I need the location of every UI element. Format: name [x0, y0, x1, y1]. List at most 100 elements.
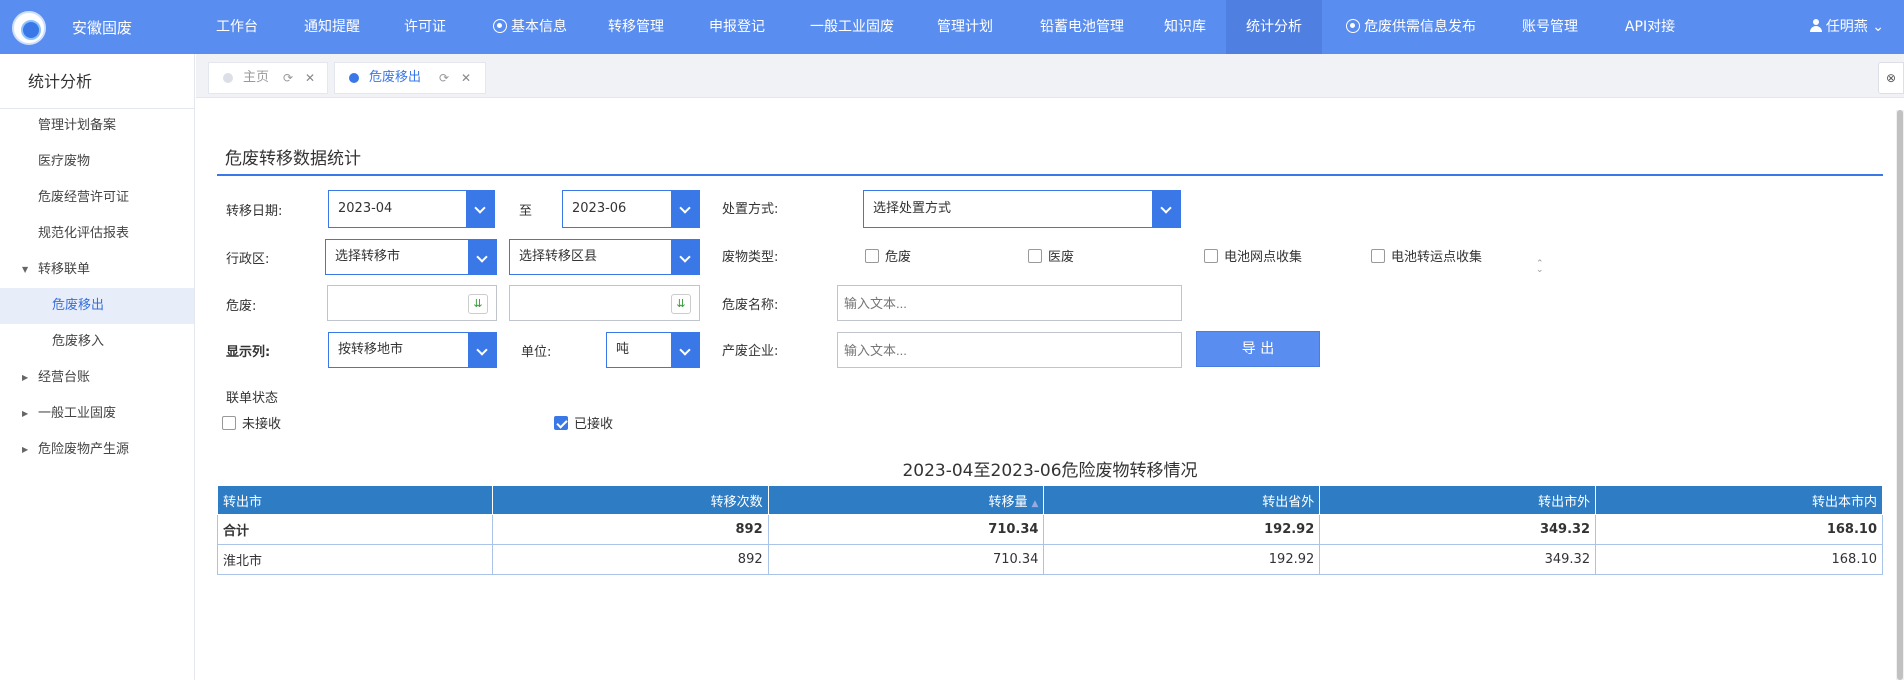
- nav-general-solid-waste[interactable]: 一般工业固废: [797, 0, 907, 54]
- close-icon[interactable]: ✕: [461, 63, 471, 93]
- column-header-transfer-amount[interactable]: 转移量 ▲: [767, 485, 1045, 515]
- close-all-tabs-icon[interactable]: ⊗: [1878, 62, 1904, 94]
- status-not-received[interactable]: 未接收: [222, 413, 281, 432]
- tab-strip: 主页 ⟳ ✕ 危废移出 ⟳ ✕ ⊗: [196, 54, 1904, 98]
- chevron-down-icon: [1152, 191, 1180, 227]
- user-menu[interactable]: 任明燕 ⌄: [1809, 16, 1884, 36]
- hazard-label: 危废:: [226, 299, 257, 314]
- tab-status-dot: [223, 73, 233, 83]
- column-header-within-city[interactable]: 转出本市内: [1595, 485, 1883, 515]
- info-icon: [493, 19, 507, 33]
- checkbox[interactable]: [865, 249, 879, 263]
- info-icon: [1346, 19, 1360, 33]
- unit-select[interactable]: 吨: [606, 332, 700, 368]
- hazard-category-select[interactable]: ⇊: [327, 285, 497, 321]
- sidebar-item-general-solid-waste[interactable]: ▶ 一般工业固废: [0, 396, 194, 432]
- sidebar-item-plan-filing[interactable]: 管理计划备案: [0, 108, 194, 144]
- checkbox[interactable]: [1028, 249, 1042, 263]
- logo-icon: [12, 11, 46, 45]
- scrollbar-thumb[interactable]: [1897, 110, 1903, 680]
- table-cell: 192.92: [1043, 544, 1321, 575]
- close-icon[interactable]: ✕: [305, 63, 315, 93]
- column-header-transfer-count[interactable]: 转移次数: [491, 485, 769, 515]
- collapsed-triangle-icon: ▶: [22, 373, 29, 382]
- table-row-total: 合计 892 710.34 192.92 349.32 168.10: [217, 514, 1883, 545]
- table-cell: 710.34: [767, 514, 1045, 545]
- tab-home[interactable]: 主页 ⟳ ✕: [208, 62, 328, 94]
- column-header-out-province[interactable]: 转出省外: [1043, 485, 1321, 515]
- nav-basic-info[interactable]: 基本信息: [475, 0, 585, 54]
- export-button[interactable]: 导 出: [1196, 331, 1320, 367]
- waste-type-medical[interactable]: 医废: [1028, 246, 1074, 265]
- nav-license[interactable]: 许可证: [390, 0, 460, 54]
- date-from-select[interactable]: 2023-04: [328, 190, 495, 228]
- nav-declaration[interactable]: 申报登记: [697, 0, 777, 54]
- checkbox[interactable]: [1371, 249, 1385, 263]
- nav-knowledge-base[interactable]: 知识库: [1152, 0, 1218, 54]
- refresh-icon[interactable]: ⟳: [283, 63, 293, 93]
- up-down-arrows-icon[interactable]: ⌃ ⌄: [1536, 260, 1544, 275]
- sidebar-item-operation-ledger[interactable]: ▶ 经营台账: [0, 360, 194, 396]
- sidebar-item-hazwaste-in[interactable]: 危废移入: [0, 324, 194, 360]
- sidebar-title: 统计分析: [0, 54, 194, 109]
- nav-transfer-management[interactable]: 转移管理: [596, 0, 676, 54]
- refresh-icon[interactable]: ⟳: [439, 63, 449, 93]
- collapsed-triangle-icon: ▶: [22, 445, 29, 454]
- checkbox[interactable]: [222, 416, 236, 430]
- sidebar-item-transfer-manifest[interactable]: ▼ 转移联单: [0, 252, 194, 288]
- date-to-select[interactable]: 2023-06: [562, 190, 700, 228]
- checkbox-checked[interactable]: [554, 416, 568, 430]
- waste-type-label: 废物类型:: [722, 250, 779, 265]
- waste-type-battery-transfer[interactable]: 电池转运点收集: [1371, 246, 1482, 265]
- double-chevron-down-icon: ⇊: [671, 294, 691, 314]
- chevron-down-icon: [671, 240, 699, 274]
- date-to-label: 至: [519, 204, 533, 219]
- table-cell: 349.32: [1319, 514, 1597, 545]
- nav-api[interactable]: API对接: [1612, 0, 1688, 54]
- column-header-city[interactable]: 转出市: [217, 485, 493, 515]
- table-title: 2023-04至2023-06危险废物转移情况: [902, 461, 1198, 481]
- table-cell: 710.34: [767, 544, 1045, 575]
- nav-supply-demand[interactable]: 危废供需信息发布: [1336, 0, 1486, 54]
- collapsed-triangle-icon: ▶: [22, 409, 29, 418]
- brand-name: 安徽固废: [72, 19, 133, 37]
- sidebar-item-hazwaste-out[interactable]: 危废移出: [0, 288, 194, 324]
- checkbox[interactable]: [1204, 249, 1218, 263]
- scrollbar[interactable]: [1896, 110, 1904, 680]
- sort-icon[interactable]: ▲: [1030, 499, 1039, 509]
- hazard-code-select[interactable]: ⇊: [509, 285, 700, 321]
- producer-input[interactable]: [837, 332, 1182, 368]
- table-row: 淮北市 892 710.34 192.92 349.32 168.10: [217, 544, 1883, 575]
- manifest-status-label: 联单状态: [226, 391, 279, 406]
- waste-type-battery-outlet[interactable]: 电池网点收集: [1204, 246, 1302, 265]
- waste-type-hazardous[interactable]: 危废: [865, 246, 911, 265]
- nav-account[interactable]: 账号管理: [1510, 0, 1590, 54]
- table-cell: 168.10: [1595, 544, 1883, 575]
- chevron-down-icon: ⌄: [1872, 19, 1884, 35]
- nav-lead-battery[interactable]: 铅蓄电池管理: [1027, 0, 1137, 54]
- transfer-date-label: 转移日期:: [226, 204, 283, 219]
- table-cell: 合计: [217, 514, 493, 545]
- column-header-out-city[interactable]: 转出市外: [1319, 485, 1597, 515]
- county-select[interactable]: 选择转移区县: [509, 239, 700, 275]
- display-column-label: 显示列:: [226, 345, 271, 360]
- status-received[interactable]: 已接收: [554, 413, 613, 432]
- tab-hazwaste-out[interactable]: 危废移出 ⟳ ✕: [334, 62, 486, 94]
- section-title: 危废转移数据统计: [225, 149, 361, 169]
- hazard-name-input[interactable]: [837, 285, 1182, 321]
- city-select[interactable]: 选择转移市: [325, 239, 497, 275]
- disposal-label: 处置方式:: [722, 202, 779, 217]
- sidebar-item-hazwaste-source[interactable]: ▶ 危险废物产生源: [0, 432, 194, 468]
- nav-workbench[interactable]: 工作台: [202, 0, 272, 54]
- table-cell: 892: [491, 544, 769, 575]
- table-header-row: 转出市 转移次数 转移量 ▲ 转出省外 转出市外 转出本市内: [217, 485, 1883, 515]
- sidebar-item-business-license[interactable]: 危废经营许可证: [0, 180, 194, 216]
- producer-label: 产废企业:: [722, 344, 779, 359]
- sidebar-item-medical-waste[interactable]: 医疗废物: [0, 144, 194, 180]
- display-column-select[interactable]: 按转移地市: [328, 332, 497, 368]
- nav-management-plan[interactable]: 管理计划: [925, 0, 1005, 54]
- nav-notifications[interactable]: 通知提醒: [290, 0, 374, 54]
- disposal-select[interactable]: 选择处置方式: [863, 190, 1181, 228]
- nav-statistics[interactable]: 统计分析: [1226, 0, 1322, 54]
- sidebar-item-evaluation-report[interactable]: 规范化评估报表: [0, 216, 194, 252]
